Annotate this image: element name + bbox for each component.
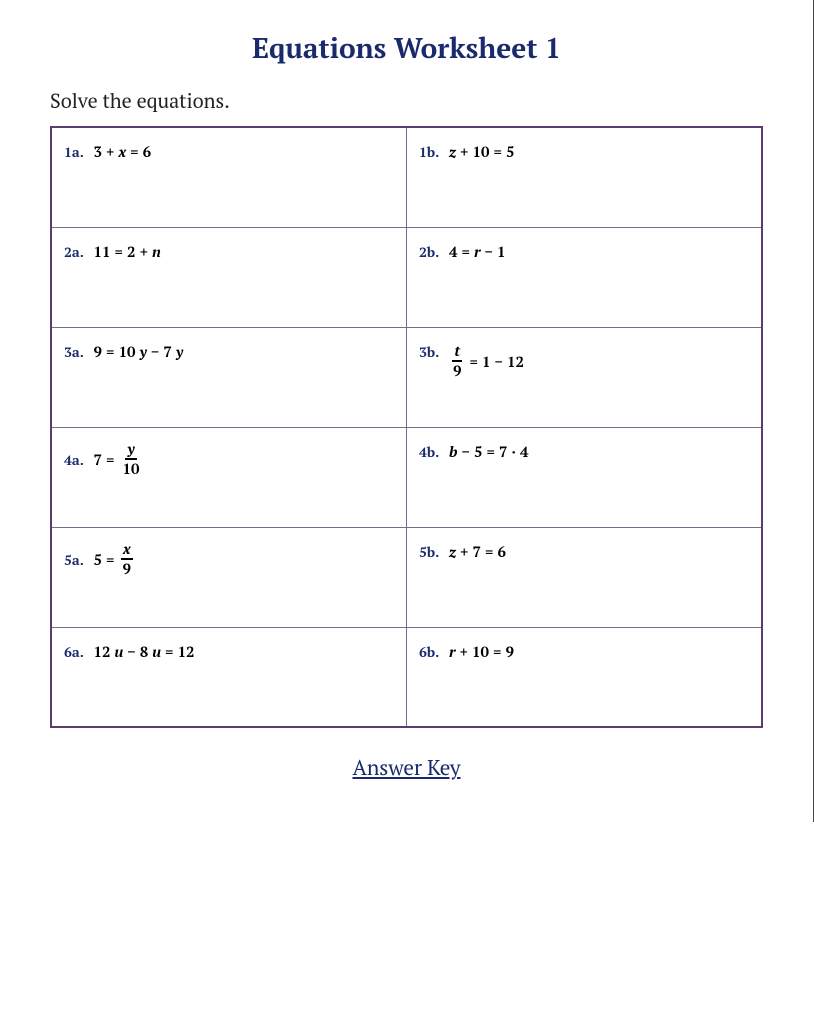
problems-table: 1a. 3 + x = 6 1b. z + 10 = 5 2a. 11 = 2 … [50, 126, 763, 728]
problem-label: 6a. [64, 643, 84, 662]
equation: 4 = r − 1 [449, 242, 506, 262]
problem-2a: 2a. 11 = 2 + n [51, 227, 407, 327]
answer-key-link[interactable]: Answer Key [352, 754, 460, 782]
problem-5a: 5a. 5 = x 9 [51, 527, 407, 627]
problem-label: 5a. [64, 551, 84, 570]
problem-label: 3b. [419, 343, 439, 362]
page-title: Equations Worksheet 1 [50, 30, 763, 67]
problem-label: 4b. [419, 443, 439, 462]
equation: 12u − 8u = 12 [94, 642, 195, 662]
equation: 5 = x 9 [94, 542, 136, 579]
problem-label: 2b. [419, 243, 439, 262]
equation: 9 = 10y − 7y [94, 342, 184, 362]
equation: b − 5 = 7 · 4 [449, 442, 529, 462]
problem-3a: 3a. 9 = 10y − 7y [51, 327, 407, 427]
problem-1a: 1a. 3 + x = 6 [51, 127, 407, 227]
fraction: y 10 [121, 441, 142, 478]
problem-2b: 2b. 4 = r − 1 [407, 227, 763, 327]
problem-label: 4a. [64, 451, 84, 470]
equation: 3 + x = 6 [94, 142, 152, 162]
problem-4a: 4a. 7 = y 10 [51, 427, 407, 527]
equation: r + 10 = 9 [449, 642, 514, 662]
equation: 7 = y 10 [94, 442, 144, 479]
equation: z + 7 = 6 [449, 542, 506, 562]
equation: z + 10 = 5 [449, 142, 515, 162]
fraction: t 9 [451, 343, 463, 380]
problem-label: 3a. [64, 343, 84, 362]
problem-3b: 3b. t 9 = 1 − 12 [407, 327, 763, 427]
problem-label: 6b. [419, 643, 439, 662]
instructions-text: Solve the equations. [50, 87, 763, 114]
problem-6b: 6b. r + 10 = 9 [407, 627, 763, 727]
equation: t 9 = 1 − 12 [449, 344, 524, 381]
fraction: x 9 [121, 541, 133, 578]
worksheet-page: Equations Worksheet 1 Solve the equation… [0, 0, 814, 822]
problem-label: 5b. [419, 543, 439, 562]
equation: 11 = 2 + n [94, 242, 161, 262]
problem-4b: 4b. b − 5 = 7 · 4 [407, 427, 763, 527]
problem-5b: 5b. z + 7 = 6 [407, 527, 763, 627]
problem-6a: 6a. 12u − 8u = 12 [51, 627, 407, 727]
problem-label: 1a. [64, 143, 84, 162]
problem-label: 1b. [419, 143, 439, 162]
problem-1b: 1b. z + 10 = 5 [407, 127, 763, 227]
problem-label: 2a. [64, 243, 84, 262]
answer-key-section: Answer Key [50, 754, 763, 782]
